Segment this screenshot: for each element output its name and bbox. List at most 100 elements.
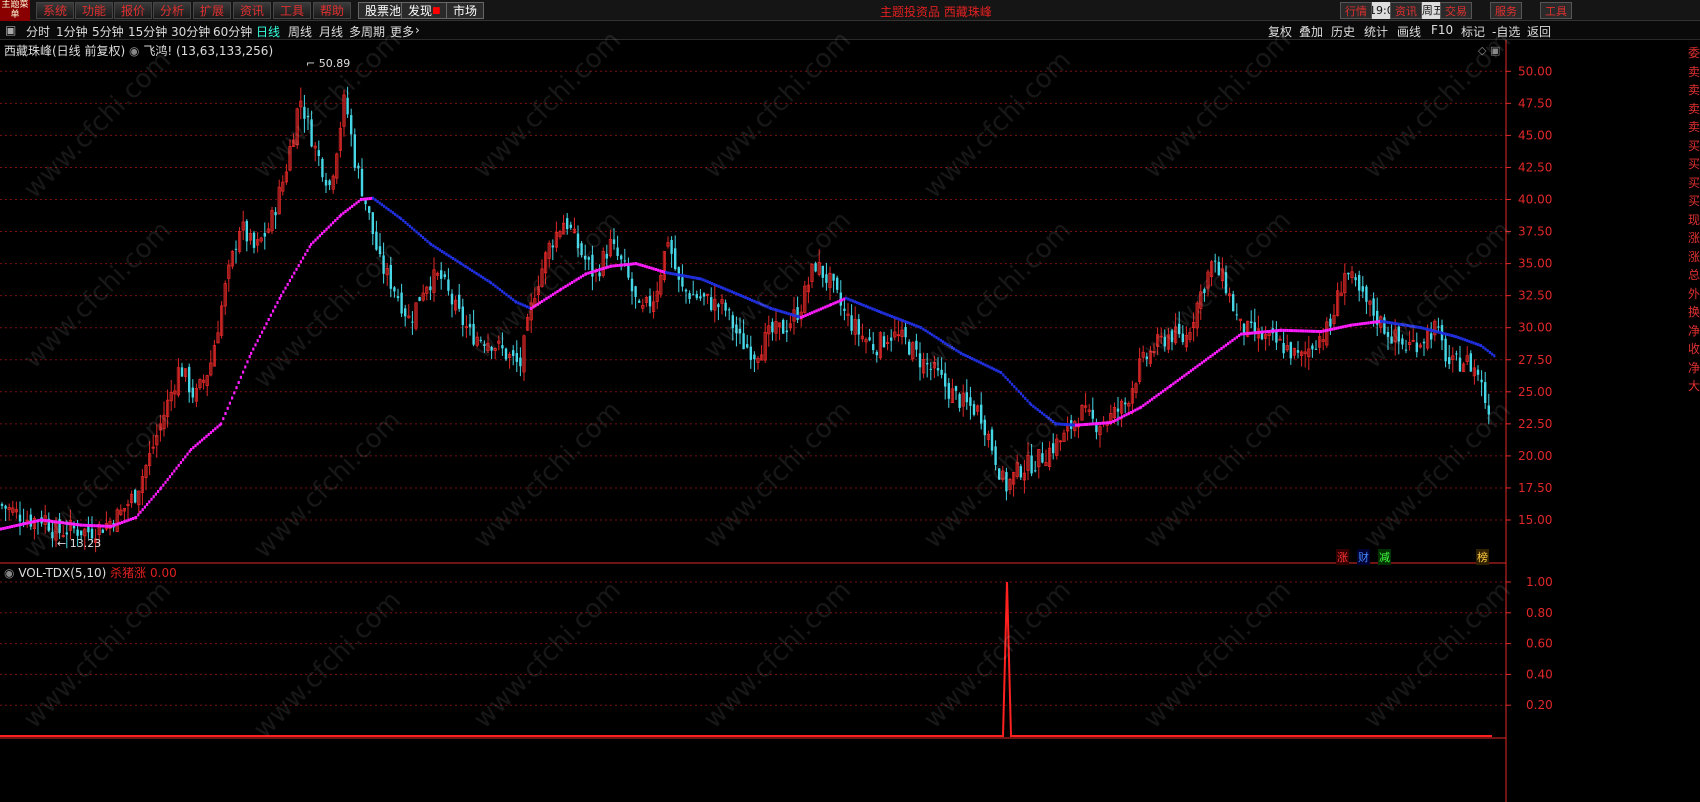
ma-rising-segment <box>91 524 94 528</box>
ma-rising-segment <box>146 502 149 506</box>
right-button-service[interactable]: 服务 <box>1490 2 1522 19</box>
ma-falling-segment <box>1450 334 1453 338</box>
badge-list[interactable]: 榜 <box>1476 549 1489 565</box>
tool-stats[interactable]: 统计 <box>1364 23 1388 40</box>
right-button-news[interactable]: 资讯 <box>1390 2 1422 19</box>
ma-falling-segment <box>678 273 681 277</box>
price-tick-label: 45.00 <box>1518 128 1552 142</box>
tool-history[interactable]: 历史 <box>1331 23 1355 40</box>
tool-watchlist[interactable]: -自选 <box>1492 23 1520 40</box>
ma-rising-segment <box>272 309 275 313</box>
period-30min[interactable]: 30分钟 <box>171 23 210 40</box>
badge-finance[interactable]: 财 <box>1357 549 1370 565</box>
tool-f10[interactable]: F10 <box>1431 23 1453 37</box>
ma-rising-segment <box>1277 329 1280 333</box>
ma-falling-segment <box>997 369 1000 373</box>
period-more[interactable]: 更多 <box>390 23 414 40</box>
candle-body <box>321 158 324 178</box>
ma-rising-segment <box>86 523 89 527</box>
ma-rising-segment <box>1116 417 1119 421</box>
ma-rising-segment <box>164 480 167 484</box>
period-daily[interactable]: 日线 <box>256 23 280 40</box>
right-button-tools[interactable]: 工具 <box>1540 2 1572 19</box>
menu-discover[interactable]: 发现■ <box>401 2 448 19</box>
sub-tick-label: 0.80 <box>1526 606 1553 620</box>
ma-falling-segment <box>1022 394 1025 398</box>
tool-mark[interactable]: 标记 <box>1461 23 1485 40</box>
ma-rising-segment <box>198 440 201 444</box>
ma-falling-segment <box>893 315 896 319</box>
ma-falling-segment <box>402 219 405 223</box>
candles <box>0 86 1490 553</box>
badge-reduce[interactable]: 减 <box>1378 549 1391 565</box>
ma-rising-segment <box>340 213 343 217</box>
ma-falling-segment <box>724 287 727 291</box>
period-weekly[interactable]: 周线 <box>288 23 312 40</box>
price-chart[interactable]: 15.00 17.50 20.00 22.50 25.00 27.50 30.00 32.50… <box>0 40 1700 802</box>
ma-rising-segment <box>1286 328 1289 332</box>
panel-toggle-icon[interactable]: ▣ <box>5 23 16 37</box>
period-multi[interactable]: 多周期 <box>349 23 385 40</box>
tool-draw[interactable]: 画线 <box>1397 23 1421 40</box>
candle-body <box>404 308 407 317</box>
period-15min[interactable]: 15分钟 <box>128 23 167 40</box>
ma-rising-segment <box>1255 331 1258 335</box>
menu-extend[interactable]: 扩展 <box>193 2 232 19</box>
ma-rising-segment <box>1246 331 1249 335</box>
menu-news[interactable]: 资讯 <box>233 2 272 19</box>
period-monthly[interactable]: 月线 <box>319 23 343 40</box>
period-intraday[interactable]: 分时 <box>26 23 50 40</box>
candle-body <box>274 212 277 216</box>
ma-falling-segment <box>387 207 390 211</box>
candle-body <box>929 368 932 370</box>
candle-body <box>1487 405 1490 415</box>
menu-function[interactable]: 功能 <box>75 2 114 19</box>
ma-rising-segment <box>244 365 247 369</box>
candle-body <box>1430 333 1433 340</box>
candle-body <box>400 292 403 314</box>
ma-rising-segment <box>351 204 354 208</box>
menu-analysis[interactable]: 分析 <box>153 2 192 19</box>
tool-overlay[interactable]: 叠加 <box>1299 23 1323 40</box>
candle-body <box>915 340 918 350</box>
ma-falling-segment <box>691 275 694 279</box>
ma-falling-segment <box>503 291 506 295</box>
tool-back[interactable]: 返回 <box>1527 23 1551 40</box>
ma-falling-segment <box>413 228 416 232</box>
ma-falling-segment <box>404 220 407 224</box>
ma-rising-segment <box>129 517 132 521</box>
candle-body <box>566 218 569 230</box>
badge-up[interactable]: 涨 <box>1336 549 1349 565</box>
candle-body <box>965 392 968 403</box>
menu-tools[interactable]: 工具 <box>273 2 312 19</box>
period-1min[interactable]: 1分钟 <box>56 23 88 40</box>
ma-falling-segment <box>1439 331 1442 335</box>
app-logo[interactable]: 主题菜单 <box>0 0 30 21</box>
candle-body <box>1437 326 1440 328</box>
chevron-right-icon[interactable]: › <box>415 23 420 37</box>
period-60min[interactable]: 60分钟 <box>213 23 252 40</box>
ma-rising-segment <box>635 262 638 266</box>
right-button-trade[interactable]: 交易 <box>1440 2 1472 19</box>
menu-quote[interactable]: 报价 <box>114 2 153 19</box>
ma-rising-segment <box>625 263 628 267</box>
ma-rising-segment <box>1121 415 1124 419</box>
ma-falling-segment <box>482 276 485 280</box>
candle-body <box>512 350 515 356</box>
candle-body <box>1361 286 1364 292</box>
tool-adjust[interactable]: 复权 <box>1268 23 1292 40</box>
ma-rising-segment <box>222 417 225 421</box>
ma-falling-segment <box>1461 337 1464 341</box>
menu-help[interactable]: 帮助 <box>313 2 352 19</box>
right-button-quote[interactable]: 行情 <box>1340 2 1372 19</box>
ma-rising-segment <box>536 302 539 306</box>
ma-rising-segment <box>1118 416 1121 420</box>
ma-falling-segment <box>702 278 705 282</box>
menu-market[interactable]: 市场 <box>446 2 485 19</box>
period-5min[interactable]: 5分钟 <box>92 23 124 40</box>
candle-body <box>753 354 756 360</box>
menu-system[interactable]: 系统 <box>36 2 75 19</box>
candle-body <box>360 168 364 197</box>
ma-rising-segment <box>135 515 138 519</box>
ma-rising-segment <box>1092 422 1095 426</box>
